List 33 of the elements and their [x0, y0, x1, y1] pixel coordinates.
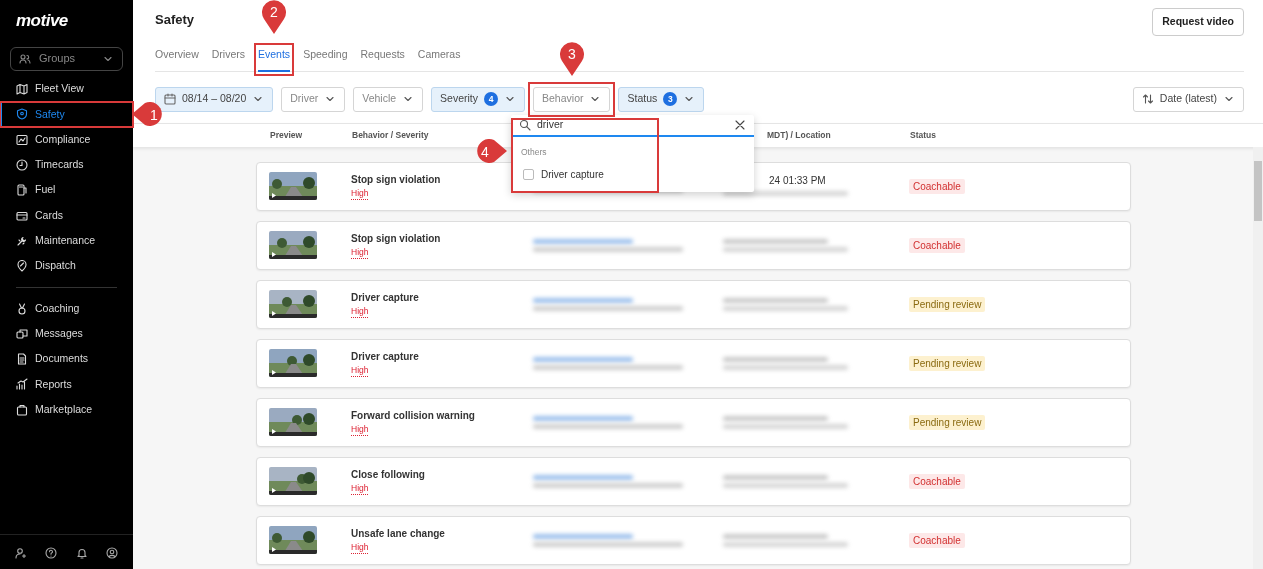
severity-label: High — [351, 481, 369, 496]
status-tag: Pending review — [909, 296, 986, 312]
status-tag: Coachable — [909, 237, 965, 253]
severity-label: High — [351, 304, 369, 319]
column-header: Preview — [270, 129, 303, 140]
severity-label: High — [351, 422, 369, 437]
behavior-name: Close following — [351, 467, 425, 482]
status-tag: Pending review — [909, 414, 986, 430]
column-header: MDT) / Location — [767, 129, 831, 140]
group-label: Others — [520, 146, 548, 159]
logo: motive — [15, 10, 69, 32]
column-header: Behavior / Severity — [352, 129, 429, 140]
status-tag: Coachable — [909, 178, 965, 194]
behavior-name: Stop sign violation — [351, 231, 441, 246]
severity-label: High — [351, 540, 369, 555]
count-badge: 3 — [663, 92, 678, 106]
page-title: Safety — [155, 12, 195, 28]
behavior-name: Unsafe lane change — [351, 526, 445, 541]
column-header: Status — [910, 129, 936, 140]
callout-marker: 2 — [260, 0, 289, 35]
behavior-name: Stop sign violation — [351, 172, 441, 187]
event-time: 24 01:33 PM — [768, 174, 827, 188]
severity-label: High — [351, 186, 369, 201]
status-tag: Pending review — [909, 355, 986, 371]
callout-marker: 3 — [557, 40, 586, 77]
behavior-name: Forward collision warning — [351, 408, 475, 423]
behavior-name: Driver capture — [351, 349, 419, 364]
status-tag: Coachable — [909, 532, 965, 548]
severity-label: High — [351, 245, 369, 260]
count-badge: 4 — [484, 92, 499, 106]
severity-label: High — [351, 363, 369, 378]
status-tag: Coachable — [909, 473, 965, 489]
behavior-name: Driver capture — [351, 290, 419, 305]
